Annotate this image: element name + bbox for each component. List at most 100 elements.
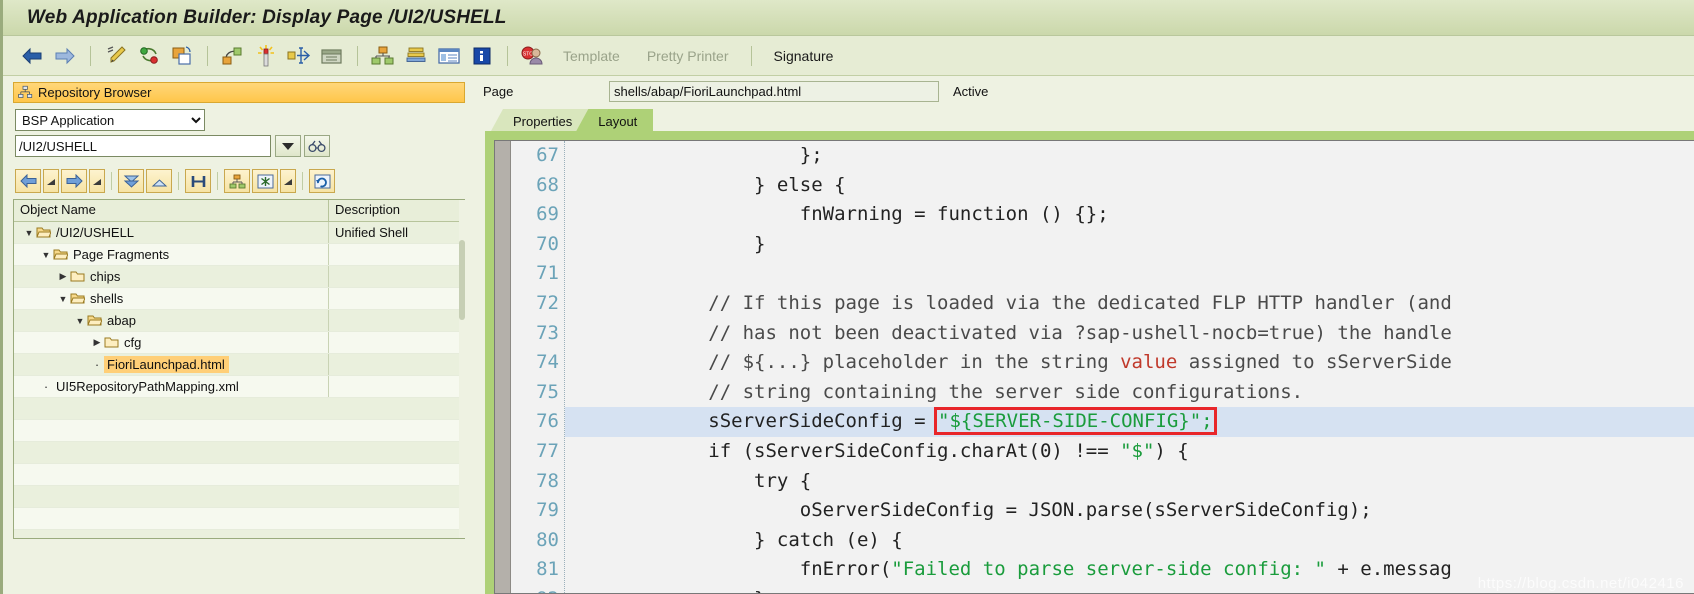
code-token: // string containing the server side con… xyxy=(571,380,1304,403)
code-line[interactable]: // string containing the server side con… xyxy=(565,378,1694,408)
chevron-down-icon[interactable]: ▼ xyxy=(39,250,53,260)
line-number: 79 xyxy=(536,499,559,522)
collapse-all-icon[interactable] xyxy=(146,169,172,193)
code-area[interactable]: 67 68 69 70 71 72 73 74 75 76 77 78 79 80 81 82 }; } el… xyxy=(511,141,1694,593)
navigate-icon[interactable] xyxy=(284,41,314,71)
tree-back-icon[interactable] xyxy=(15,169,41,193)
wizard-wand-icon[interactable] xyxy=(251,41,281,71)
code-token: // If this page is loaded via the dedica… xyxy=(571,291,1452,314)
line-number: 70 xyxy=(536,232,559,255)
activate-icon[interactable] xyxy=(134,41,164,71)
tree-node-label[interactable]: UI5RepositoryPathMapping.xml xyxy=(53,379,239,394)
table-row[interactable]: ▼ Page Fragments xyxy=(14,244,465,266)
tree-forward-menu-icon[interactable] xyxy=(89,169,105,193)
table-row[interactable]: ▶ cfg xyxy=(14,332,465,354)
tree-scrollbar-thumb[interactable] xyxy=(459,240,465,320)
tree-node-label[interactable]: FioriLaunchpad.html xyxy=(104,356,229,373)
code-line[interactable]: if (sServerSideConfig.charAt(0) !== "$")… xyxy=(565,437,1694,467)
signature-button[interactable]: Signature xyxy=(762,48,846,64)
tree-node-object-name[interactable]: ▼ Page Fragments xyxy=(14,244,329,265)
asterisk-icon[interactable] xyxy=(252,169,278,193)
chevron-down-icon[interactable]: ▼ xyxy=(56,294,70,304)
code-line[interactable]: try { xyxy=(565,467,1694,497)
column-header-description[interactable]: Description xyxy=(329,200,465,221)
info-icon[interactable] xyxy=(467,41,497,71)
find-icon[interactable] xyxy=(185,169,211,193)
code-line[interactable]: } else { xyxy=(565,171,1694,201)
column-header-object-name[interactable]: Object Name xyxy=(14,200,329,221)
tree-scrollbar[interactable] xyxy=(459,200,465,538)
highlighted-code-token[interactable]: "${SERVER-SIDE-CONFIG}"; xyxy=(934,407,1217,436)
tree-structure-icon[interactable] xyxy=(224,169,250,193)
line-number: 72 xyxy=(536,291,559,314)
code-line[interactable]: // has not been deactivated via ?sap-ush… xyxy=(565,319,1694,349)
table-row[interactable]: · UI5RepositoryPathMapping.xml xyxy=(14,376,465,398)
leaf-bullet-icon: · xyxy=(43,378,49,394)
chevron-down-icon[interactable]: ▼ xyxy=(73,316,87,326)
code-line[interactable]: fnError("Failed to parse server-side con… xyxy=(565,555,1694,585)
template-button[interactable]: Template xyxy=(551,48,632,64)
code-line[interactable]: sServerSideConfig = "${SERVER-SIDE-CONFI… xyxy=(565,407,1694,437)
code-line[interactable]: // ${...} placeholder in the string valu… xyxy=(565,348,1694,378)
chevron-right-icon[interactable]: ▶ xyxy=(90,337,104,348)
code-line[interactable]: } catch (e) { xyxy=(565,526,1694,556)
chevron-down-icon[interactable] xyxy=(275,135,301,157)
pencil-edit-icon[interactable] xyxy=(101,41,131,71)
object-name-input[interactable] xyxy=(15,135,271,157)
code-lines[interactable]: }; } else { fnWarning = function () {}; … xyxy=(565,141,1694,593)
tree-node-object-name[interactable]: ▶ cfg xyxy=(14,332,329,353)
pretty-printer-button[interactable]: Pretty Printer xyxy=(635,48,741,64)
tree-node-description xyxy=(329,244,465,265)
table-row[interactable]: ▼ shells xyxy=(14,288,465,310)
tree-node-label[interactable]: shells xyxy=(87,291,123,306)
table-view-icon[interactable] xyxy=(434,41,464,71)
tree-node-label[interactable]: cfg xyxy=(121,335,141,350)
tree-node-object-name[interactable]: · UI5RepositoryPathMapping.xml xyxy=(14,376,329,397)
refresh-icon[interactable] xyxy=(309,169,335,193)
toolbar-divider xyxy=(507,45,508,66)
copy-object-icon[interactable] xyxy=(167,41,197,71)
tab-layout[interactable]: Layout xyxy=(576,109,654,131)
code-editor-frame: 67 68 69 70 71 72 73 74 75 76 77 78 79 80 81 82 }; } el… xyxy=(494,140,1694,594)
chevron-right-icon[interactable]: ▶ xyxy=(56,271,70,282)
tree-node-object-name[interactable]: ▼ shells xyxy=(14,288,329,309)
hierarchy-icon[interactable] xyxy=(368,41,398,71)
tree-back-menu-icon[interactable] xyxy=(43,169,59,193)
tree-forward-icon[interactable] xyxy=(61,169,87,193)
tree-node-label[interactable]: /UI2/USHELL xyxy=(53,225,134,240)
asterisk-menu-icon[interactable] xyxy=(280,169,296,193)
code-line[interactable]: oServerSideConfig = JSON.parse(sServerSi… xyxy=(565,496,1694,526)
chevron-down-icon[interactable]: ▼ xyxy=(22,228,36,238)
browser-preview-icon[interactable] xyxy=(317,41,347,71)
code-line[interactable]: fnWarning = function () {}; xyxy=(565,200,1694,230)
code-line[interactable]: }; xyxy=(565,141,1694,171)
tab-properties[interactable]: Properties xyxy=(491,109,588,131)
where-used-icon[interactable] xyxy=(218,41,248,71)
tree-node-label[interactable]: abap xyxy=(104,313,136,328)
stack-icon[interactable] xyxy=(401,41,431,71)
tree-node-object-name[interactable]: ▼ abap xyxy=(14,310,329,331)
object-type-select[interactable]: BSP Application xyxy=(15,109,205,131)
table-row[interactable]: ▼ /UI2/USHELL Unified Shell xyxy=(14,222,465,244)
tree-node-label[interactable]: Page Fragments xyxy=(70,247,169,262)
table-row[interactable]: ▶ chips xyxy=(14,266,465,288)
code-line[interactable] xyxy=(565,259,1694,289)
tree-node-label[interactable]: chips xyxy=(87,269,120,284)
table-row[interactable]: ▼ abap xyxy=(14,310,465,332)
code-line[interactable]: // If this page is loaded via the dedica… xyxy=(565,289,1694,319)
tab-properties-label: Properties xyxy=(513,113,573,129)
table-row[interactable]: · FioriLaunchpad.html xyxy=(14,354,465,376)
forward-arrow-icon[interactable] xyxy=(50,41,80,71)
tree-node-object-name[interactable]: · FioriLaunchpad.html xyxy=(14,354,329,375)
page-path-input[interactable] xyxy=(609,80,939,102)
back-arrow-icon[interactable] xyxy=(17,41,47,71)
expand-all-icon[interactable] xyxy=(118,169,144,193)
editor-gutter-bar[interactable] xyxy=(495,141,511,593)
main-toolbar: STO Template Pretty Printer Signature xyxy=(3,36,1694,76)
tree-node-object-name[interactable]: ▼ /UI2/USHELL xyxy=(14,222,329,243)
stop-user-icon[interactable]: STO xyxy=(518,41,548,71)
binoculars-icon[interactable] xyxy=(304,135,330,157)
code-line[interactable]: } xyxy=(565,230,1694,260)
code-line[interactable]: } xyxy=(565,585,1694,593)
tree-node-object-name[interactable]: ▶ chips xyxy=(14,266,329,287)
